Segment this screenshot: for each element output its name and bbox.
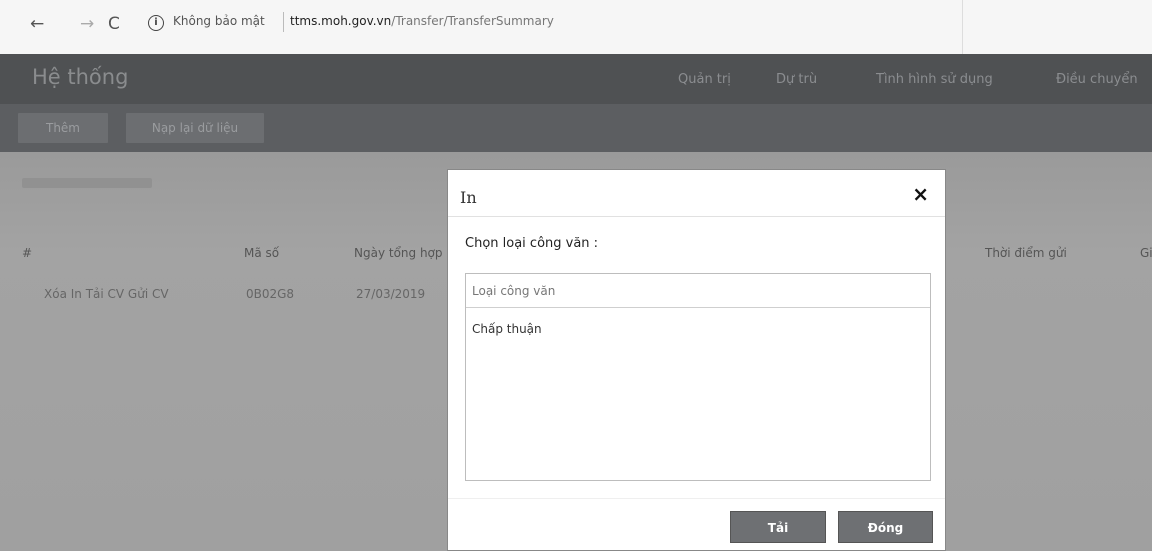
address-bar[interactable]: ttms.moh.gov.vn/Transfer/TransferSummary (290, 14, 554, 28)
app-header: Hệ thống Quản trị Dự trù Tình hình sử dụ… (0, 54, 1152, 104)
document-type-list[interactable]: Loại công văn Chấp thuận (465, 273, 931, 481)
toolbar: Thêm Nạp lại dữ liệu (0, 104, 1152, 152)
info-icon[interactable]: i (148, 15, 164, 31)
nav-item-quan-tri[interactable]: Quản trị (678, 72, 731, 87)
nav-item-dieu-chuyen[interactable]: Điều chuyển (1056, 72, 1138, 87)
chrome-divider (962, 0, 963, 54)
download-button[interactable]: Tải (730, 511, 826, 543)
url-domain: ttms.moh.gov.vn (290, 14, 392, 28)
url-path: /Transfer/TransferSummary (391, 14, 554, 28)
nav-item-du-tru[interactable]: Dự trù (776, 72, 817, 87)
row-date: 27/03/2019 (356, 287, 426, 301)
document-type-list-header: Loại công văn (466, 274, 930, 308)
column-header-index: # (22, 246, 33, 260)
brand-title[interactable]: Hệ thống (32, 65, 128, 89)
document-type-label: Chọn loại công văn : (465, 236, 599, 251)
column-header-sent-time: Thời điểm gửi (985, 246, 1067, 260)
modal-divider (448, 216, 945, 217)
reload-data-button[interactable]: Nạp lại dữ liệu (126, 113, 264, 143)
add-button[interactable]: Thêm (18, 113, 108, 143)
back-icon[interactable]: ← (30, 14, 44, 34)
browser-chrome: ← → C i Không bảo mật ttms.moh.gov.vn/Tr… (0, 0, 1152, 54)
address-separator (283, 12, 284, 32)
reload-icon[interactable]: C (108, 14, 120, 34)
column-header-code: Mã số (244, 246, 280, 260)
row-code: 0B02G8 (246, 287, 295, 301)
security-label: Không bảo mật (173, 14, 265, 28)
column-header-note: Gi (1140, 246, 1152, 260)
list-item[interactable]: Chấp thuận (472, 322, 542, 336)
nav-item-tinh-hinh-su-dung[interactable]: Tình hình sử dụng (876, 72, 993, 87)
modal-footer-divider (448, 498, 945, 499)
column-header-date: Ngày tổng hợp (354, 246, 443, 260)
close-button[interactable]: Đóng (838, 511, 933, 543)
modal-title: In (460, 188, 477, 207)
row-actions[interactable]: Xóa In Tải CV Gửi CV (44, 287, 169, 301)
print-modal: In × Chọn loại công văn : Loại công văn … (447, 169, 946, 551)
close-icon[interactable]: × (912, 184, 929, 204)
blurred-text (22, 178, 152, 188)
forward-icon[interactable]: → (80, 14, 94, 34)
